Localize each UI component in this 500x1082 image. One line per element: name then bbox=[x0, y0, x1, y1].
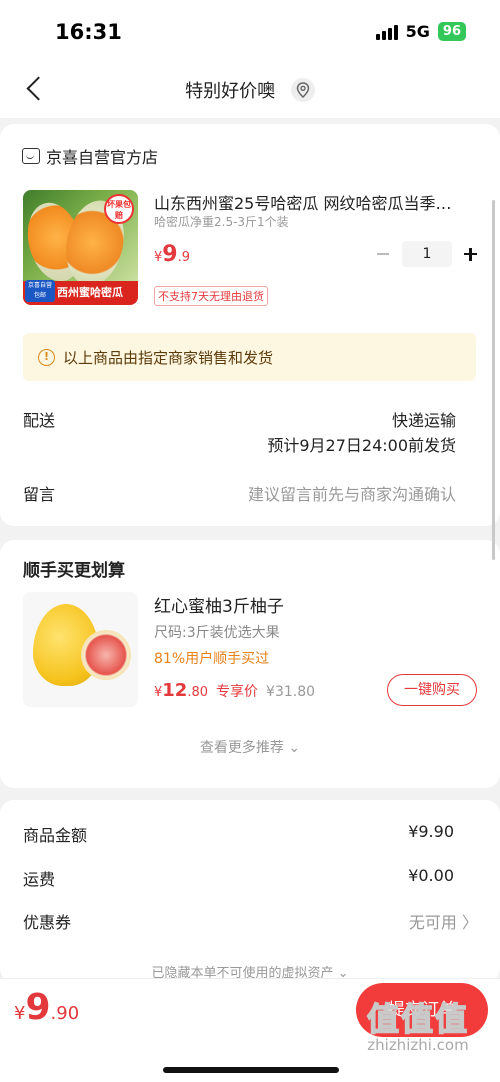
total-decimal: .90 bbox=[50, 1003, 80, 1024]
watermark-url: zhizhizhi.com bbox=[367, 1036, 469, 1054]
coupon-value: 无可用 〉 bbox=[408, 913, 478, 932]
coupon-row[interactable]: 优惠券 无可用 〉 bbox=[23, 909, 478, 933]
image-mini-tag: 京喜自营 包邮 bbox=[25, 280, 55, 302]
recommend-image[interactable] bbox=[23, 592, 138, 707]
page-title-wrap: 特别好价噢 bbox=[0, 77, 500, 104]
page-title: 特别好价噢 bbox=[185, 81, 276, 102]
order-item-card: 京喜自营官方店 坏果包赔 西州蜜哈密瓜 京喜自营 包邮 山东西州蜜25号哈密瓜 … bbox=[0, 124, 500, 526]
order-total: ¥9.90 bbox=[14, 987, 79, 1028]
shop-icon bbox=[22, 148, 40, 164]
coupon-label: 优惠券 bbox=[23, 913, 72, 932]
watermark-logo-text: 值值值 bbox=[366, 999, 469, 1039]
shipping-fee-row: 运费 ¥0.00 bbox=[23, 866, 454, 890]
goods-amount-label: 商品金额 bbox=[23, 826, 88, 845]
location-pin-icon[interactable] bbox=[290, 78, 315, 102]
remark-label: 留言 bbox=[23, 485, 56, 504]
goods-amount-value: ¥9.90 bbox=[408, 822, 454, 841]
pomelo-flesh-shape bbox=[81, 630, 131, 680]
status-time: 16:31 bbox=[55, 20, 122, 44]
home-indicator bbox=[163, 1067, 339, 1073]
minus-icon[interactable] bbox=[372, 242, 396, 266]
recommend-price: ¥12.80 专享价 ¥31.80 bbox=[154, 680, 315, 701]
original-price: ¥31.80 bbox=[266, 684, 316, 700]
price-integer: 9 bbox=[162, 242, 178, 267]
shipping-fee-label: 运费 bbox=[23, 870, 56, 889]
price-decimal: .80 bbox=[187, 685, 209, 700]
recommend-title: 顺手买更划算 bbox=[23, 561, 125, 581]
goods-amount-row: 商品金额 ¥9.90 bbox=[23, 822, 454, 846]
scrollbar[interactable] bbox=[492, 200, 495, 560]
see-more-link[interactable]: 查看更多推荐 ⌄ bbox=[0, 737, 500, 757]
no-return-badge: 不支持7天无理由退货 bbox=[154, 286, 268, 306]
one-click-buy-button[interactable]: 一键购买 bbox=[387, 674, 477, 706]
recommend-name[interactable]: 红心蜜柚3斤柚子 bbox=[154, 592, 284, 617]
recommendation-card: 顺手买更划算 红心蜜柚3斤柚子 尺码:3斤装优选大果 81%用户顺手买过 ¥12… bbox=[0, 540, 500, 788]
product-image[interactable]: 坏果包赔 西州蜜哈密瓜 京喜自营 包邮 bbox=[23, 190, 138, 305]
network-label: 5G bbox=[405, 22, 430, 41]
recommend-spec: 尺码:3斤装优选大果 bbox=[154, 625, 280, 641]
navigation-bar: 特别好价噢 bbox=[0, 62, 500, 118]
product-price: ¥9.9 bbox=[154, 242, 190, 267]
price-tag: 专享价 bbox=[216, 684, 259, 700]
info-icon: ! bbox=[38, 348, 55, 366]
delivery-eta: 预计9月27日24:00前发货 bbox=[267, 436, 456, 455]
shop-name: 京喜自营官方店 bbox=[46, 148, 159, 167]
plus-icon[interactable] bbox=[458, 242, 482, 266]
status-bar: 16:31 5G 96 bbox=[0, 0, 500, 62]
quantity-value[interactable]: 1 bbox=[402, 241, 452, 267]
price-integer: 12 bbox=[162, 680, 188, 701]
delivery-label: 配送 bbox=[23, 411, 56, 430]
total-symbol: ¥ bbox=[14, 1003, 26, 1024]
quantity-stepper: 1 bbox=[372, 240, 482, 268]
product-title[interactable]: 山东西州蜜25号哈密瓜 网纹哈密瓜当季… bbox=[154, 190, 474, 214]
remark-input[interactable]: 建议留言前先与商家沟通确认 bbox=[248, 481, 456, 505]
watermark: 值值值 zhizhizhi.com bbox=[348, 994, 488, 1054]
status-indicators: 5G 96 bbox=[375, 22, 466, 41]
shop-header[interactable]: 京喜自营官方店 bbox=[22, 144, 158, 168]
delivery-method: 快递运输 bbox=[391, 411, 456, 430]
summary-card: 商品金额 ¥9.90 运费 ¥0.00 优惠券 无可用 〉 已隐藏本单不可使用的… bbox=[0, 800, 500, 982]
battery-icon: 96 bbox=[437, 22, 466, 41]
signal-icon bbox=[375, 24, 398, 40]
recommend-buy-rate: 81%用户顺手买过 bbox=[154, 651, 270, 667]
product-spec[interactable]: 哈密瓜净重2.5-3斤1个装 bbox=[154, 213, 289, 230]
shipping-fee-value: ¥0.00 bbox=[408, 866, 454, 885]
price-decimal: .9 bbox=[177, 250, 190, 265]
seller-notice: ! 以上商品由指定商家销售和发货 bbox=[23, 333, 476, 381]
image-badge: 坏果包赔 bbox=[104, 194, 134, 224]
notice-text: 以上商品由指定商家销售和发货 bbox=[63, 348, 274, 367]
total-integer: 9 bbox=[25, 987, 51, 1028]
